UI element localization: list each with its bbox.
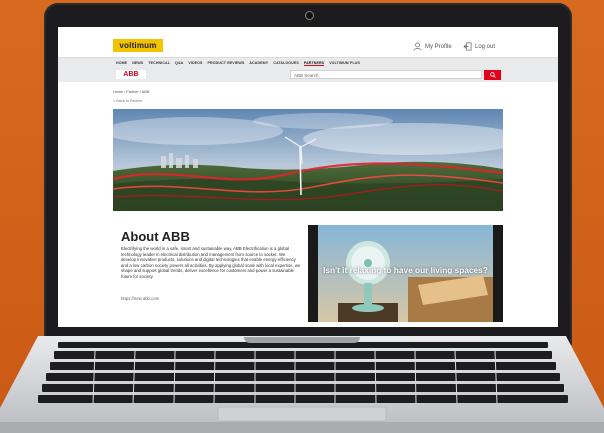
video-player[interactable]: Isn't it relaxing to have our living spa…	[308, 225, 503, 322]
hero-banner-image	[113, 109, 503, 211]
site-header: voltimum My Profile Log out	[58, 27, 558, 57]
nav-items: HOME NEWS TECHNICAL Q&A VIDEOS PRODUCT R…	[116, 58, 360, 68]
laptop-lid: voltimum My Profile Log out HOME NEWS TE…	[44, 3, 572, 347]
logout-icon	[463, 42, 472, 51]
video-caption: Isn't it relaxing to have our living spa…	[323, 265, 488, 275]
nav-item-product-reviews[interactable]: PRODUCT REVIEWS	[208, 61, 245, 65]
keyboard-deck	[0, 336, 604, 433]
abb-search-input[interactable]: ABB Search	[290, 70, 482, 79]
laptop-base	[0, 336, 604, 433]
nav-item-news[interactable]: NEWS	[132, 61, 143, 65]
nav-item-videos[interactable]: VIDEOS	[188, 61, 202, 65]
about-description: Electrifying the world in a safe, smart …	[121, 246, 301, 279]
nav-item-home[interactable]: HOME	[116, 61, 127, 65]
back-to-partner-link[interactable]: < Back to Partner	[113, 99, 142, 103]
abb-website-link[interactable]: https://new.abb.com	[121, 296, 159, 301]
nav-item-academy[interactable]: ACADEMY	[249, 61, 268, 65]
nav-item-catalogues[interactable]: CATALOGUES	[273, 61, 299, 65]
nav-item-qa[interactable]: Q&A	[175, 61, 183, 65]
logout-link[interactable]: Log out	[463, 42, 495, 51]
webcam-icon	[305, 11, 314, 20]
about-title: About ABB	[121, 229, 190, 244]
my-profile-link[interactable]: My Profile	[413, 42, 452, 51]
nav-item-voltimum-plus[interactable]: VOLTIMUM PLUS	[329, 61, 360, 65]
user-icon	[413, 42, 422, 51]
voltimum-logo[interactable]: voltimum	[113, 39, 163, 52]
nav-item-technical[interactable]: TECHNICAL	[148, 61, 170, 65]
partner-bar: ABB ABB Search	[58, 68, 558, 82]
nav-item-partners[interactable]: PARTNERS	[303, 61, 325, 66]
abb-logo[interactable]: ABB	[116, 70, 146, 79]
laptop-hinge	[244, 337, 360, 343]
search-button[interactable]	[484, 70, 501, 80]
logout-label: Log out	[475, 43, 496, 50]
laptop-screen: voltimum My Profile Log out HOME NEWS TE…	[58, 27, 558, 327]
main-nav: HOME NEWS TECHNICAL Q&A VIDEOS PRODUCT R…	[58, 57, 558, 68]
search-icon	[489, 72, 496, 78]
my-profile-label: My Profile	[425, 43, 452, 50]
breadcrumb[interactable]: Home / Partner / ABB	[113, 90, 149, 94]
